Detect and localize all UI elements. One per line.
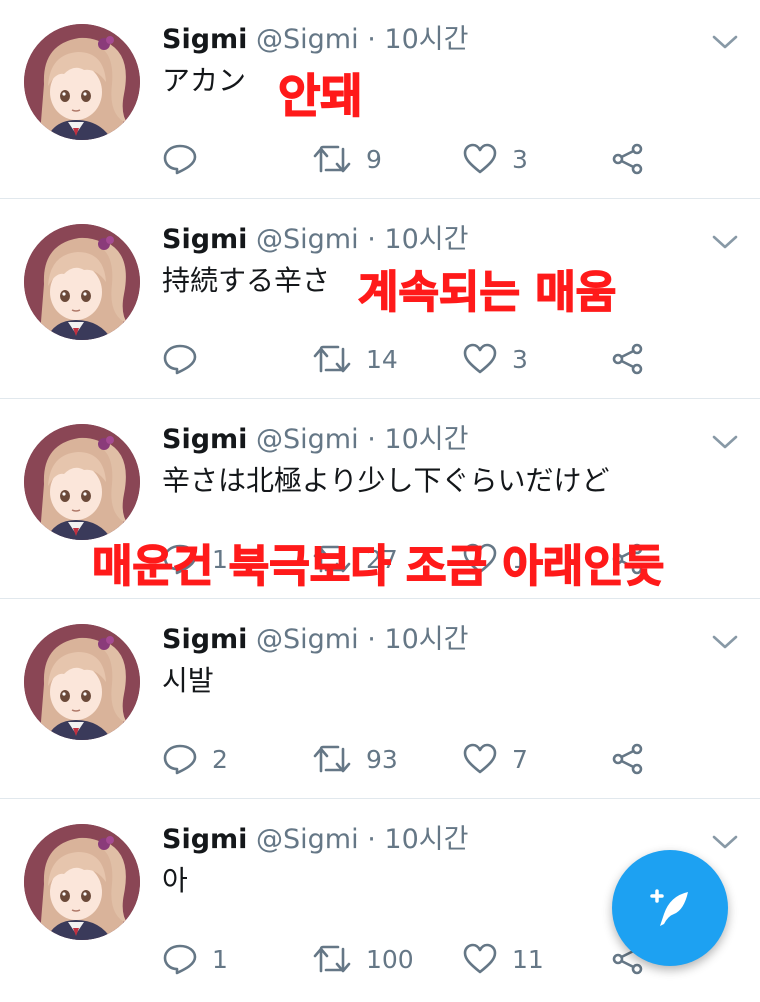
like-button[interactable]: 11 bbox=[462, 938, 544, 980]
author-name[interactable]: Sigmi bbox=[162, 624, 247, 655]
timestamp[interactable]: 10시간 bbox=[384, 424, 468, 455]
retweet-button[interactable]: 14 bbox=[312, 338, 398, 380]
avatar[interactable] bbox=[24, 624, 140, 740]
like-count: 3 bbox=[512, 144, 528, 174]
separator-dot: · bbox=[367, 824, 376, 855]
share-button[interactable] bbox=[610, 738, 646, 780]
tweet-text: 시발 bbox=[162, 664, 214, 697]
tweet-actions: 9 3 bbox=[162, 138, 722, 180]
retweet-button[interactable]: 100 bbox=[312, 938, 414, 980]
author-name[interactable]: Sigmi bbox=[162, 24, 247, 55]
author-handle[interactable]: @Sigmi bbox=[256, 224, 359, 255]
tweet-header: Sigmi @Sigmi · 10시간 bbox=[162, 22, 468, 58]
share-icon bbox=[610, 141, 646, 177]
reply-button[interactable]: 1 bbox=[162, 938, 228, 980]
retweet-count: 93 bbox=[366, 744, 398, 774]
retweet-count: 14 bbox=[366, 344, 398, 374]
share-icon bbox=[610, 741, 646, 777]
like-count: 3 bbox=[512, 344, 528, 374]
timestamp[interactable]: 10시간 bbox=[384, 224, 468, 255]
separator-dot: · bbox=[367, 224, 376, 255]
share-icon bbox=[610, 341, 646, 377]
avatar[interactable] bbox=[24, 224, 140, 340]
chevron-down-icon[interactable] bbox=[710, 232, 740, 252]
reply-button[interactable] bbox=[162, 138, 212, 180]
reply-count: 2 bbox=[212, 744, 228, 774]
retweet-icon bbox=[312, 141, 352, 177]
overlay-caption-3: 매운건 북극보다 조금 아래인듯 bbox=[91, 540, 665, 593]
heart-icon bbox=[462, 941, 498, 977]
separator-dot: · bbox=[367, 624, 376, 655]
reply-button[interactable]: 2 bbox=[162, 738, 228, 780]
like-button[interactable]: 7 bbox=[462, 738, 528, 780]
chevron-down-icon[interactable] bbox=[710, 32, 740, 52]
retweet-icon bbox=[312, 741, 352, 777]
retweet-button[interactable]: 93 bbox=[312, 738, 398, 780]
retweet-button[interactable]: 9 bbox=[312, 138, 382, 180]
tweet-header: Sigmi @Sigmi · 10시간 bbox=[162, 222, 468, 258]
timestamp[interactable]: 10시간 bbox=[384, 624, 468, 655]
reply-count: 1 bbox=[212, 944, 228, 974]
avatar[interactable] bbox=[24, 824, 140, 940]
like-button[interactable]: 3 bbox=[462, 138, 528, 180]
tweet-header: Sigmi @Sigmi · 10시간 bbox=[162, 422, 468, 458]
tweet-text: 辛さは北極より少し下ぐらいだけど bbox=[162, 464, 610, 497]
heart-icon bbox=[462, 741, 498, 777]
reply-icon bbox=[162, 741, 198, 777]
separator-dot: · bbox=[367, 424, 376, 455]
timestamp[interactable]: 10시간 bbox=[384, 824, 468, 855]
tweet-4[interactable]: Sigmi @Sigmi · 10시간 시발 2 93 7 bbox=[0, 600, 760, 799]
retweet-icon bbox=[312, 941, 352, 977]
heart-icon bbox=[462, 341, 498, 377]
like-button[interactable]: 3 bbox=[462, 338, 528, 380]
share-button[interactable] bbox=[610, 138, 646, 180]
overlay-caption-1: 안돼 bbox=[277, 68, 363, 124]
reply-button[interactable] bbox=[162, 338, 212, 380]
reply-icon bbox=[162, 941, 198, 977]
share-button[interactable] bbox=[610, 338, 646, 380]
retweet-icon bbox=[312, 341, 352, 377]
like-count: 11 bbox=[512, 944, 544, 974]
author-handle[interactable]: @Sigmi bbox=[256, 24, 359, 55]
tweet-text: 아 bbox=[162, 864, 188, 897]
overlay-caption-2: 계속되는 매움 bbox=[357, 266, 617, 319]
author-name[interactable]: Sigmi bbox=[162, 424, 247, 455]
tweet-actions: 14 3 bbox=[162, 338, 722, 380]
avatar[interactable] bbox=[24, 24, 140, 140]
timestamp[interactable]: 10시간 bbox=[384, 24, 468, 55]
compose-tweet-button[interactable] bbox=[612, 850, 728, 966]
chevron-down-icon[interactable] bbox=[710, 432, 740, 452]
retweet-count: 100 bbox=[366, 944, 414, 974]
author-handle[interactable]: @Sigmi bbox=[256, 424, 359, 455]
heart-icon bbox=[462, 141, 498, 177]
tweet-1[interactable]: Sigmi @Sigmi · 10시간 アカン 9 3 bbox=[0, 0, 760, 199]
reply-icon bbox=[162, 341, 198, 377]
author-handle[interactable]: @Sigmi bbox=[256, 624, 359, 655]
chevron-down-icon[interactable] bbox=[710, 832, 740, 852]
avatar[interactable] bbox=[24, 424, 140, 540]
tweet-text: アカン bbox=[162, 64, 247, 97]
tweet-text: 持続する辛さ bbox=[162, 264, 331, 297]
tweet-header: Sigmi @Sigmi · 10시간 bbox=[162, 622, 468, 658]
tweet-header: Sigmi @Sigmi · 10시간 bbox=[162, 822, 468, 858]
tweet-actions: 2 93 7 bbox=[162, 738, 722, 780]
author-name[interactable]: Sigmi bbox=[162, 824, 247, 855]
separator-dot: · bbox=[367, 24, 376, 55]
like-count: 7 bbox=[512, 744, 528, 774]
author-name[interactable]: Sigmi bbox=[162, 224, 247, 255]
reply-icon bbox=[162, 141, 198, 177]
author-handle[interactable]: @Sigmi bbox=[256, 824, 359, 855]
chevron-down-icon[interactable] bbox=[710, 632, 740, 652]
retweet-count: 9 bbox=[366, 144, 382, 174]
compose-tweet-icon bbox=[650, 889, 688, 926]
